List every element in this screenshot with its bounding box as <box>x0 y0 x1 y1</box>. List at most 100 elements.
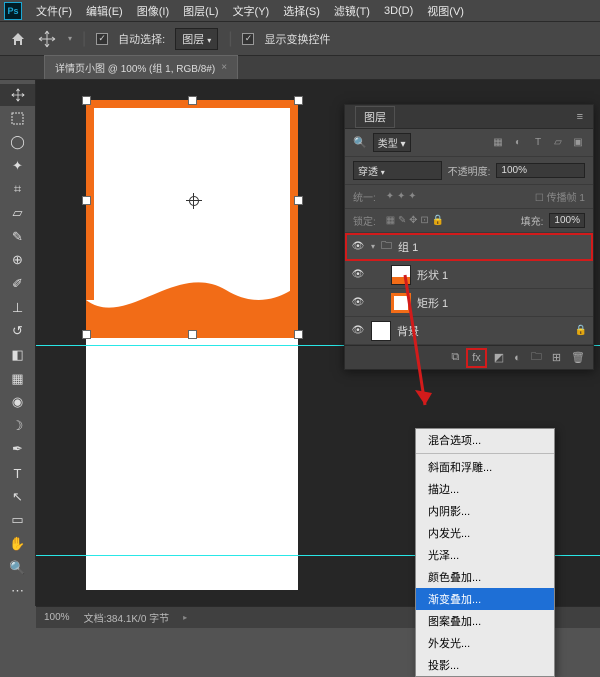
fx-bevel[interactable]: 斜面和浮雕... <box>416 456 554 478</box>
lock-icon[interactable]: 🔒 <box>575 325 587 336</box>
adjust-icon[interactable]: ◐ <box>514 352 521 364</box>
transform-handle[interactable] <box>294 196 303 205</box>
layer-group[interactable]: 👁 ▾ 🗀 组 1 <box>345 233 593 261</box>
marquee-tool[interactable] <box>0 108 35 130</box>
trash-icon[interactable]: 🗑 <box>571 351 585 364</box>
fx-stroke[interactable]: 描边... <box>416 478 554 500</box>
stamp-tool[interactable]: ⊥ <box>0 297 35 319</box>
document-tab[interactable]: 详情页小图 @ 100% (组 1, RGB/8#) × <box>44 55 238 79</box>
close-icon[interactable]: × <box>221 62 227 73</box>
fx-inner-shadow[interactable]: 内阴影... <box>416 500 554 522</box>
filter-shape-icon[interactable]: ▱ <box>551 136 565 150</box>
move-tool[interactable] <box>0 84 35 106</box>
path-tool[interactable]: ↖ <box>0 486 35 508</box>
transform-handle[interactable] <box>188 330 197 339</box>
filter-smart-icon[interactable]: ▣ <box>571 136 585 150</box>
layer-item[interactable]: 👁 背景 🔒 <box>345 317 593 345</box>
visibility-icon[interactable]: 👁 <box>351 268 365 282</box>
menu-view[interactable]: 视图(V) <box>421 1 470 21</box>
layer-thumbnail <box>391 265 411 285</box>
fx-color-overlay[interactable]: 颜色叠加... <box>416 566 554 588</box>
fx-button[interactable]: fx <box>469 351 484 365</box>
visibility-icon[interactable]: 👁 <box>351 324 365 338</box>
fx-pattern-overlay[interactable]: 图案叠加... <box>416 610 554 632</box>
menu-separator <box>416 453 554 454</box>
blend-mode-select[interactable]: 穿透 ▾ <box>353 161 442 180</box>
auto-select-checkbox[interactable]: ✓ <box>96 33 108 45</box>
panel-menu-icon[interactable]: ≡ <box>577 111 583 123</box>
search-icon[interactable]: 🔍 <box>353 136 367 149</box>
layer-item[interactable]: 👁 矩形 1 <box>345 289 593 317</box>
hand-tool[interactable]: ✋ <box>0 533 35 555</box>
fill-input[interactable]: 100% <box>549 213 585 228</box>
frame-tool[interactable]: ▱ <box>0 202 35 224</box>
group-icon[interactable]: 🗀 <box>531 348 542 367</box>
layer-name: 背景 <box>397 323 419 339</box>
transform-handle[interactable] <box>82 96 91 105</box>
auto-select-target[interactable]: 图层 ▾ <box>175 28 218 50</box>
layer-item[interactable]: 👁 形状 1 <box>345 261 593 289</box>
edit-toolbar[interactable]: ⋯ <box>0 580 35 602</box>
fx-outer-glow[interactable]: 外发光... <box>416 632 554 654</box>
transform-handle[interactable] <box>82 196 91 205</box>
filter-adjust-icon[interactable]: ◐ <box>511 136 525 150</box>
propagate-label: ☐ 传播帧 1 <box>535 189 585 204</box>
dodge-tool[interactable]: ☽ <box>0 415 35 437</box>
fx-gradient-overlay[interactable]: 渐变叠加... <box>416 588 554 610</box>
kind-select[interactable]: 类型 ▾ <box>373 133 411 152</box>
doc-size: 文档:384.1K/0 字节 <box>84 610 170 625</box>
zoom-tool[interactable]: 🔍 <box>0 557 35 579</box>
mask-icon[interactable]: ◩ <box>494 351 504 364</box>
crop-tool[interactable]: ⌗ <box>0 179 35 201</box>
visibility-icon[interactable]: 👁 <box>351 240 365 254</box>
menu-type[interactable]: 文字(Y) <box>227 1 276 21</box>
visibility-icon[interactable]: 👁 <box>351 296 365 310</box>
home-icon[interactable] <box>8 29 28 49</box>
show-transform-checkbox[interactable]: ✓ <box>242 33 254 45</box>
filter-type-icon[interactable]: T <box>531 136 545 150</box>
link-icon[interactable]: ⧉ <box>451 351 459 364</box>
opacity-input[interactable]: 100% <box>496 163 585 178</box>
zoom-value[interactable]: 100% <box>44 612 70 623</box>
options-bar: ▾ | ✓ 自动选择: 图层 ▾ | ✓ 显示变换控件 <box>0 22 600 56</box>
transform-handle[interactable] <box>188 96 197 105</box>
transform-handle[interactable] <box>294 96 303 105</box>
shape-tool[interactable]: ▭ <box>0 510 35 532</box>
fx-inner-glow[interactable]: 内发光... <box>416 522 554 544</box>
fx-blending-options[interactable]: 混合选项... <box>416 429 554 451</box>
transform-center-icon[interactable] <box>186 193 202 209</box>
pen-tool[interactable]: ✒ <box>0 439 35 461</box>
menu-layer[interactable]: 图层(L) <box>177 1 224 21</box>
menu-select[interactable]: 选择(S) <box>277 1 326 21</box>
history-brush-tool[interactable]: ↺ <box>0 320 35 342</box>
fx-satin[interactable]: 光泽... <box>416 544 554 566</box>
chevron-down-icon[interactable]: ▾ <box>371 242 375 251</box>
menu-3d[interactable]: 3D(D) <box>378 3 419 19</box>
filter-pixel-icon[interactable]: ▦ <box>491 136 505 150</box>
transform-handle[interactable] <box>294 330 303 339</box>
menu-edit[interactable]: 编辑(E) <box>80 1 129 21</box>
type-tool[interactable]: T <box>0 462 35 484</box>
document-tab-bar: 详情页小图 @ 100% (组 1, RGB/8#) × <box>0 56 600 80</box>
menu-filter[interactable]: 滤镜(T) <box>328 1 376 21</box>
fx-drop-shadow[interactable]: 投影... <box>416 654 554 676</box>
lasso-tool[interactable]: ◯ <box>0 131 35 153</box>
lock-label: 锁定: <box>353 213 376 228</box>
heal-tool[interactable]: ⊕ <box>0 249 35 271</box>
tool-caret-icon[interactable]: ▾ <box>68 34 72 43</box>
wand-tool[interactable]: ✦ <box>0 155 35 177</box>
new-layer-icon[interactable]: ⊞ <box>552 351 561 364</box>
transform-handle[interactable] <box>82 330 91 339</box>
blur-tool[interactable]: ◉ <box>0 391 35 413</box>
gradient-tool[interactable]: ▦ <box>0 368 35 390</box>
eyedropper-tool[interactable]: ✎ <box>0 226 35 248</box>
folder-icon: 🗀 <box>381 237 392 256</box>
move-tool-icon[interactable] <box>38 30 56 48</box>
menu-file[interactable]: 文件(F) <box>30 1 78 21</box>
filter-row: 🔍 类型 ▾ ▦ ◐ T ▱ ▣ <box>345 129 593 157</box>
brush-tool[interactable]: ✐ <box>0 273 35 295</box>
eraser-tool[interactable]: ◧ <box>0 344 35 366</box>
toolbox: ◯ ✦ ⌗ ▱ ✎ ⊕ ✐ ⊥ ↺ ◧ ▦ ◉ ☽ ✒ T ↖ ▭ ✋ 🔍 ⋯ <box>0 80 36 606</box>
menu-image[interactable]: 图像(I) <box>131 1 175 21</box>
panel-tab-layers[interactable]: 图层 <box>355 106 395 128</box>
